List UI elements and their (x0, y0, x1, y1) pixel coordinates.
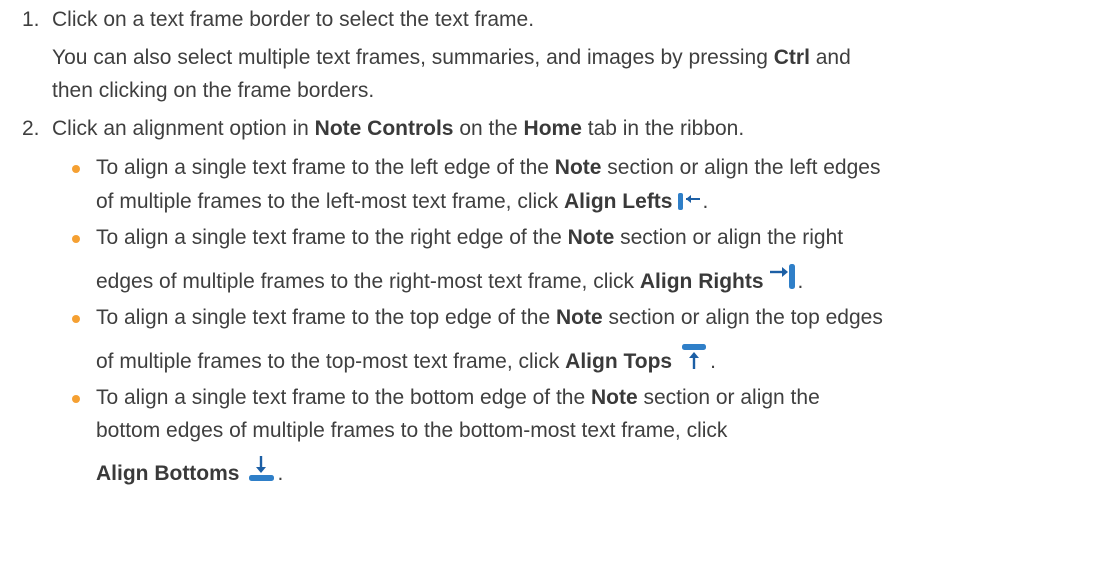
bullet-text: of multiple frames to the left-most text… (96, 190, 564, 213)
align-rights-icon (769, 264, 795, 289)
bullet-marker (72, 395, 80, 403)
period: . (797, 270, 804, 293)
note-section-label: Note (555, 306, 603, 329)
period: . (702, 190, 709, 213)
note-controls-label: Note Controls (314, 117, 454, 140)
step-1-number: 1. (22, 8, 40, 31)
step-2-text-part: on the (453, 117, 524, 140)
step-2-text-part: Click an alignment option in (52, 117, 315, 140)
bullet-marker (72, 315, 80, 323)
home-tab-label: Home (523, 117, 582, 140)
help-document: 1. Click on a text frame border to selec… (0, 0, 1113, 578)
step-1-note-text-end: and (809, 46, 851, 69)
step-1-note-line2: then clicking on the frame borders. (52, 79, 375, 102)
step-2-number: 2. (22, 117, 40, 140)
align-tops-icon (682, 344, 707, 369)
note-section-label: Note (554, 156, 602, 179)
bullet-4-line3: Align Bottoms. (96, 456, 284, 485)
bullet-1-line1: To align a single text frame to the left… (96, 154, 880, 182)
step-1-text: Click on a text frame border to select t… (52, 8, 535, 31)
bullet-text: section or align the (637, 386, 820, 409)
bullet-2-line2: edges of multiple frames to the right-mo… (96, 264, 804, 293)
align-lefts-icon (678, 193, 701, 210)
align-lefts-label: Align Lefts (563, 190, 673, 213)
bullet-marker (72, 235, 80, 243)
bullet-text: To align a single text frame to the bott… (96, 386, 591, 409)
note-section-label: Note (590, 386, 638, 409)
bullet-text: edges of multiple frames to the right-mo… (96, 270, 640, 293)
align-tops-label: Align Tops (565, 350, 673, 373)
bullet-marker (72, 165, 80, 173)
bullet-text: To align a single text frame to the left… (96, 156, 555, 179)
ctrl-key-label: Ctrl (773, 46, 810, 69)
bullet-text: To align a single text frame to the righ… (96, 226, 568, 249)
align-bottoms-label: Align Bottoms (96, 462, 240, 485)
bullet-1-line2: of multiple frames to the left-most text… (96, 188, 708, 216)
period: . (277, 462, 284, 485)
bullet-3-line2: of multiple frames to the top-most text … (96, 344, 716, 373)
bullet-text: To align a single text frame to the top … (96, 306, 556, 329)
bullet-4-line1: To align a single text frame to the bott… (96, 384, 820, 412)
bullet-4-line2: bottom edges of multiple frames to the b… (96, 419, 728, 442)
bullet-text: section or align the right (614, 226, 844, 249)
step-1-note-text: You can also select multiple text frames… (52, 46, 774, 69)
bullet-3-line1: To align a single text frame to the top … (96, 304, 883, 332)
bullet-text: of multiple frames to the top-most text … (96, 350, 566, 373)
step-1-note-line1: You can also select multiple text frames… (52, 44, 851, 72)
align-bottoms-icon (249, 456, 275, 481)
step-2-text-part: tab in the ribbon. (581, 117, 745, 140)
step-2-text: Click an alignment option in Note Contro… (52, 115, 744, 143)
bullet-2-line1: To align a single text frame to the righ… (96, 224, 843, 252)
bullet-text: section or align the left edges (601, 156, 881, 179)
period: . (710, 350, 716, 373)
align-rights-label: Align Rights (639, 270, 764, 293)
bullet-text: section or align the top edges (602, 306, 883, 329)
note-section-label: Note (567, 226, 615, 249)
